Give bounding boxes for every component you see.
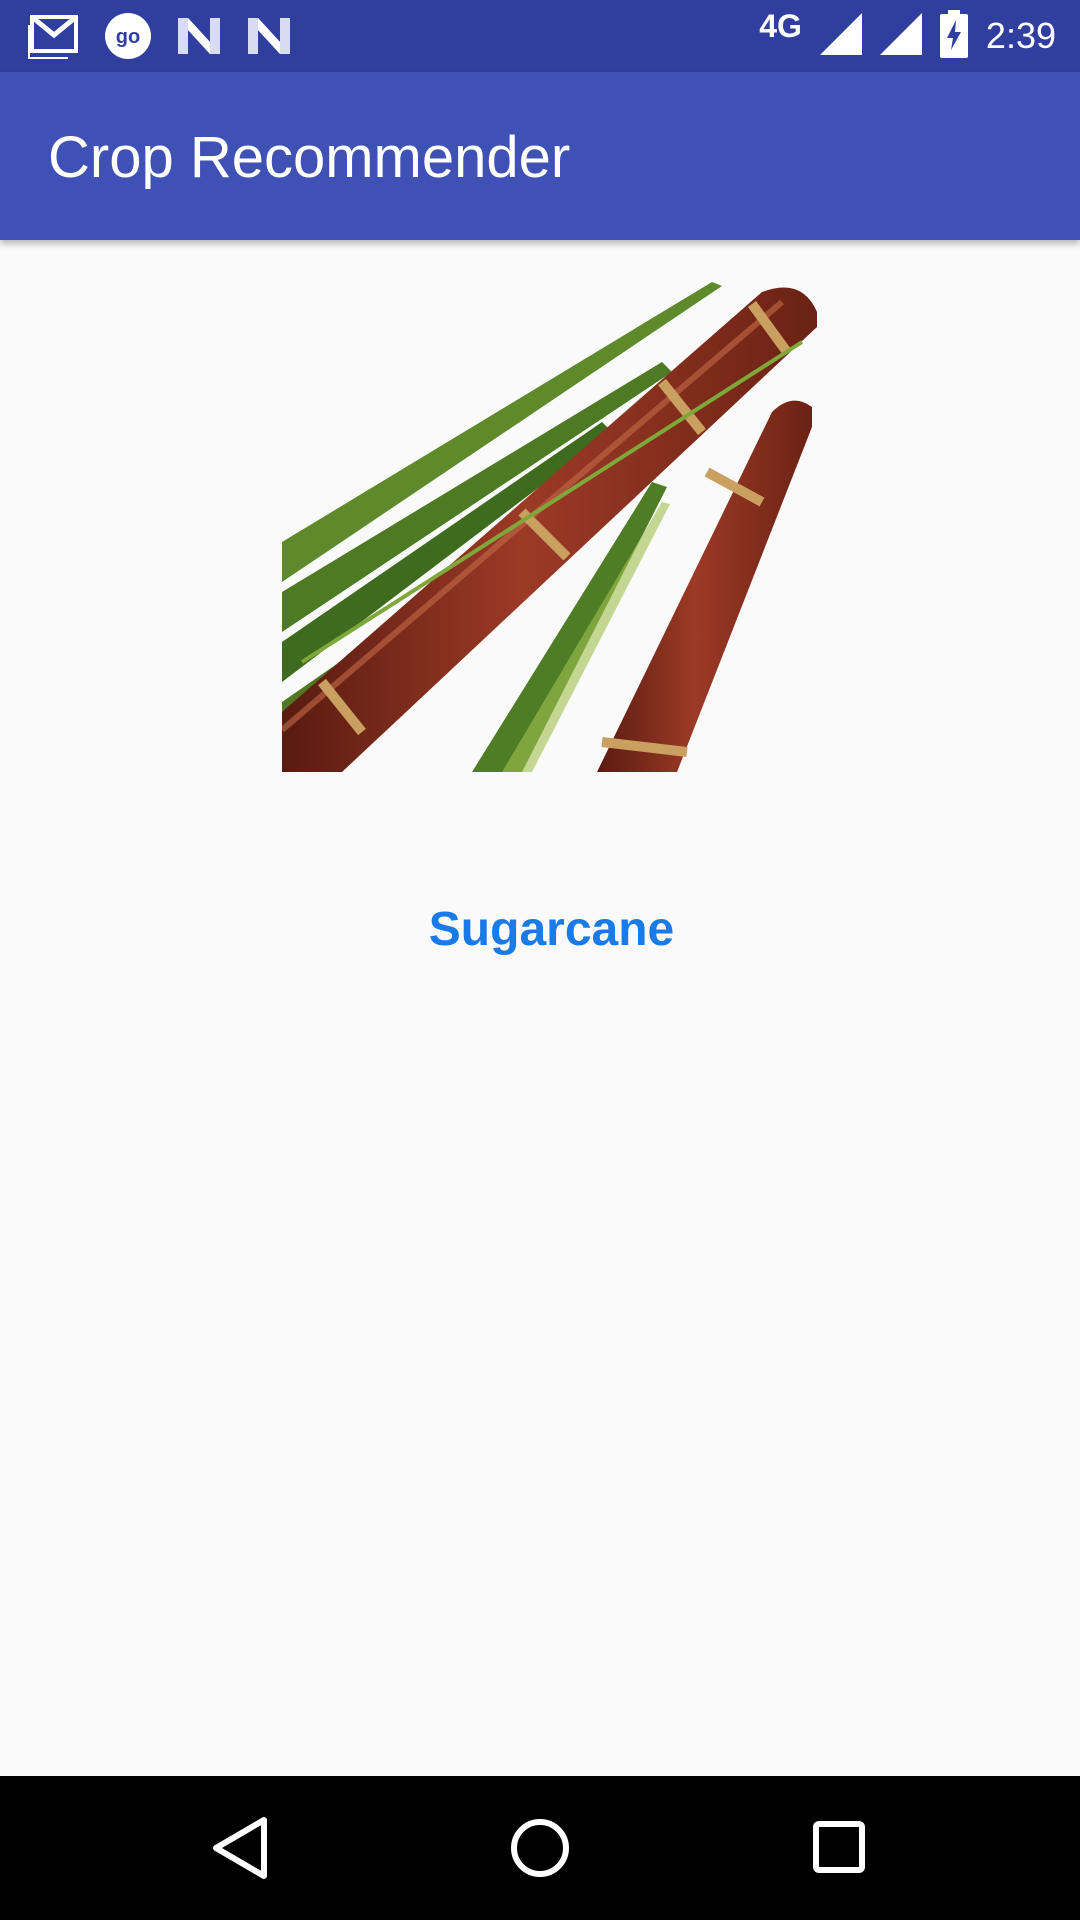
signal-icon bbox=[879, 12, 922, 60]
go-icon: go bbox=[104, 12, 152, 65]
app-bar: Crop Recommender bbox=[0, 72, 1080, 240]
signal-icon bbox=[819, 12, 862, 60]
network-type: 4G bbox=[759, 7, 802, 44]
app-title: Crop Recommender bbox=[48, 125, 571, 190]
home-icon[interactable] bbox=[502, 1810, 578, 1886]
navigation-bar bbox=[0, 1776, 1080, 1920]
crop-name: Sugarcane bbox=[428, 903, 675, 956]
battery-charging-icon bbox=[939, 9, 968, 63]
gmail-icon bbox=[26, 13, 80, 64]
status-bar: go 4G 2:39 bbox=[0, 0, 1080, 72]
recents-icon[interactable] bbox=[802, 1810, 878, 1886]
system-icons: 4G 2:39 bbox=[741, 0, 1056, 72]
clock: 2:39 bbox=[985, 15, 1056, 56]
notification-icons: go bbox=[26, 12, 316, 65]
svg-text:go: go bbox=[116, 26, 140, 48]
n-icon bbox=[176, 16, 222, 61]
back-icon[interactable] bbox=[204, 1810, 280, 1886]
sugarcane-image bbox=[282, 282, 822, 772]
n-icon bbox=[246, 16, 292, 61]
